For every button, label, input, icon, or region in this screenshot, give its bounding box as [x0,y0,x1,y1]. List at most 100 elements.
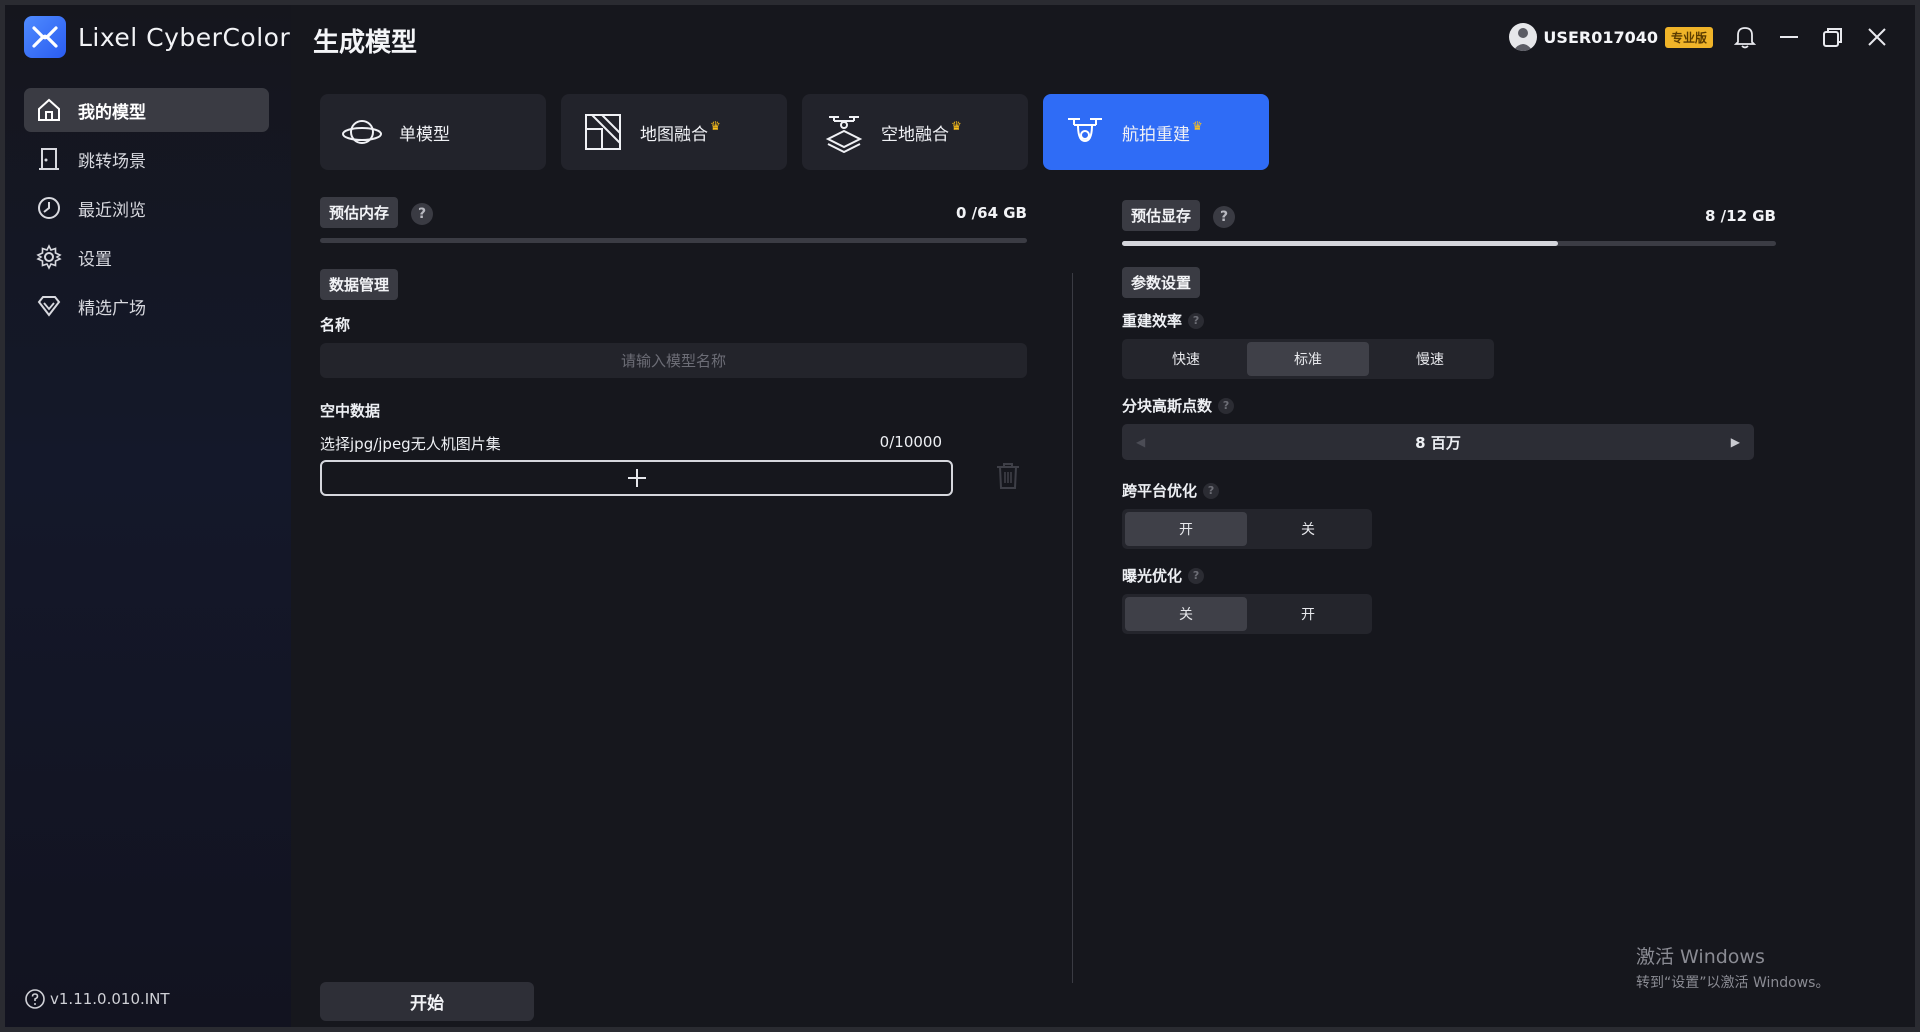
drone-layers-icon [825,116,863,153]
vram-tag: 预估显存 [1122,200,1201,231]
sidebar-item-jump-scene[interactable]: 跳转场景 [24,137,269,181]
add-images-button[interactable] [320,460,953,496]
data-management-tag: 数据管理 [320,269,399,300]
gauss-label: 分块高斯点数 [1122,397,1213,415]
crown-icon: ♛ [951,119,962,133]
version-label: v1.11.0.010.INT [50,990,170,1008]
gauss-points-stepper[interactable]: ◀ 8 百万 ▶ [1122,424,1754,460]
aerial-count: 0/10000 [879,433,942,451]
efficiency-standard-option[interactable]: 标准 [1247,342,1369,376]
cross-platform-off-option[interactable]: 关 [1247,512,1369,546]
decrease-arrow-icon[interactable]: ◀ [1136,435,1145,449]
exposure-help-icon[interactable]: ? [1188,567,1205,584]
sidebar-item-label: 设置 [78,249,112,270]
tab-map-fusion[interactable]: 地图融合 ♛ [561,94,787,170]
sidebar-nav: 我的模型 跳转场景 最近浏览 设置 精选广场 [24,88,269,333]
home-icon [38,98,60,121]
efficiency-slow-option[interactable]: 慢速 [1369,342,1491,376]
cross-platform-help-icon[interactable]: ? [1203,482,1220,499]
pro-badge: 专业版 [1664,26,1713,48]
exposure-label-row: 曝光优化 ? [1122,565,1762,586]
exposure-on-option[interactable]: 开 [1247,597,1369,631]
efficiency-label-row: 重建效率 ? [1122,310,1762,331]
crown-icon: ♛ [710,119,721,133]
exposure-label: 曝光优化 [1122,567,1183,585]
username[interactable]: USER017040 [1543,28,1658,47]
gauss-help-icon[interactable]: ? [1218,397,1235,414]
mode-label: 空地融合 [881,124,949,145]
gauss-value: 8 百万 [1415,433,1461,452]
sidebar-item-recent[interactable]: 最近浏览 [24,186,269,230]
gear-icon [36,244,62,270]
version-info: v1.11.0.010.INT [24,988,170,1010]
ram-tag: 预估内存 [320,197,399,228]
restore-icon[interactable] [1821,25,1845,49]
sidebar-item-label: 最近浏览 [78,200,146,221]
parameter-settings-tag: 参数设置 [1122,267,1201,298]
aerial-data-row: 选择jpg/jpeg无人机图片集 0/10000 [320,433,942,454]
minimize-icon[interactable] [1777,25,1801,49]
page-title: 生成模型 [313,28,418,58]
data-management-panel: 数据管理 名称 空中数据 选择jpg/jpeg无人机图片集 0/10000 [320,269,1027,496]
sidebar: Lixel CyberColor 我的模型 跳转场景 最近浏览 设置 精选广场 [5,5,291,1027]
cross-platform-label-row: 跨平台优化 ? [1122,480,1762,501]
bell-icon[interactable] [1733,25,1757,49]
sidebar-item-featured[interactable]: 精选广场 [24,284,269,328]
efficiency-label: 重建效率 [1122,312,1183,330]
map-icon [585,114,621,150]
user-toolbar: USER017040 专业版 [1509,23,1889,51]
sidebar-item-label: 精选广场 [78,298,146,319]
plus-icon [627,469,646,487]
sidebar-item-settings[interactable]: 设置 [24,235,269,279]
start-button[interactable]: 开始 [320,982,534,1021]
model-name-input[interactable] [320,343,1027,378]
tab-air-ground-fusion[interactable]: 空地融合 ♛ [802,94,1028,170]
ram-bar [320,238,1027,243]
watermark-line2: 转到“设置”以激活 Windows。 [1636,975,1830,991]
efficiency-selector: 快速 标准 慢速 [1122,339,1494,379]
ram-estimate: 预估内存 ? 0 /64 GB [320,197,1027,243]
exposure-toggle: 关 开 [1122,594,1372,634]
efficiency-help-icon[interactable]: ? [1188,312,1205,329]
vram-bar-fill [1122,241,1559,246]
aerial-data-title: 空中数据 [320,402,381,420]
crown-icon: ♛ [1192,119,1203,133]
diamond-icon [37,296,61,317]
panel-divider [1072,273,1073,983]
vram-value: 8 /12 GB [1705,206,1776,225]
mode-tabs: 单模型 地图融合 ♛ 空地融合 ♛ 航拍重建 ♛ [320,94,1284,170]
gauss-label-row: 分块高斯点数 ? [1122,395,1762,416]
app-name: Lixel CyberColor [78,22,291,52]
help-circle-icon[interactable] [24,988,46,1010]
cross-platform-on-option[interactable]: 开 [1125,512,1247,546]
clock-icon [38,197,60,219]
sidebar-item-my-models[interactable]: 我的模型 [24,88,269,132]
increase-arrow-icon[interactable]: ▶ [1731,435,1740,449]
tab-single-model[interactable]: 单模型 [320,94,546,170]
cross-platform-toggle: 开 关 [1122,509,1372,549]
tab-aerial-reconstruction[interactable]: 航拍重建 ♛ [1043,94,1269,170]
trash-icon[interactable] [994,461,1022,495]
close-icon[interactable] [1865,25,1889,49]
mode-label: 地图融合 [640,124,708,145]
vram-estimate: 预估显存 ? 8 /12 GB [1122,200,1776,246]
avatar[interactable] [1509,23,1538,51]
drone-icon [1068,118,1102,143]
aerial-select-label: 选择jpg/jpeg无人机图片集 [320,435,501,453]
planet-icon [342,120,382,144]
name-label: 名称 [320,316,351,334]
vram-bar [1122,241,1776,246]
windows-activation-watermark: 激活 Windows 转到“设置”以激活 Windows。 [1636,942,1829,992]
mode-label: 航拍重建 [1122,124,1190,145]
mode-label: 单模型 [399,124,450,145]
efficiency-fast-option[interactable]: 快速 [1125,342,1247,376]
brand: Lixel CyberColor [24,16,290,58]
parameter-settings-panel: 参数设置 重建效率 ? 快速 标准 慢速 分块高斯点数 ? ◀ 8 百万 ▶ 跨… [1122,267,1762,634]
app-logo-icon [24,16,66,58]
ram-help-icon[interactable]: ? [411,202,434,225]
sidebar-item-label: 跳转场景 [78,151,146,172]
exposure-off-option[interactable]: 关 [1125,597,1247,631]
door-icon [39,148,59,170]
app-window: Lixel CyberColor 我的模型 跳转场景 最近浏览 设置 精选广场 [0,0,1920,1032]
vram-help-icon[interactable]: ? [1213,205,1236,228]
